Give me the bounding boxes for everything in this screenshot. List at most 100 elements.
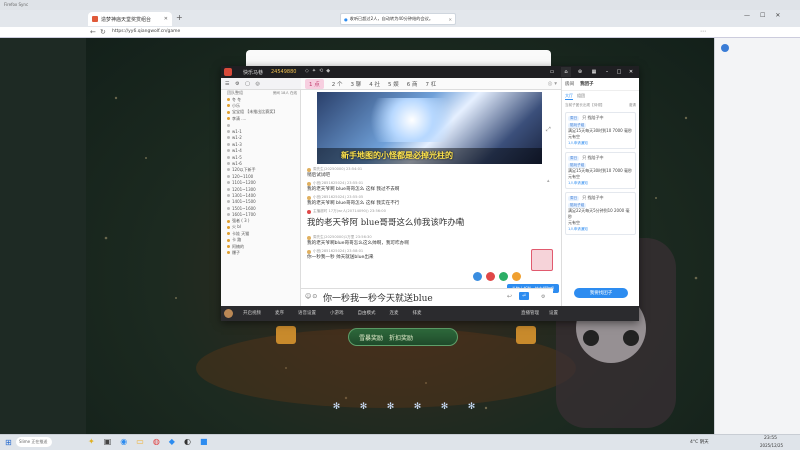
app-minimize-icon[interactable]: –	[603, 67, 611, 77]
gift-icon[interactable]	[512, 272, 521, 281]
subtab-hall[interactable]: 大厅	[565, 93, 573, 100]
toolbar-icons[interactable]: ☰ ⚙ ▢ ◎	[225, 81, 262, 87]
app-close-icon[interactable]: ✕	[627, 67, 635, 77]
yy-icon[interactable]: ■	[200, 437, 208, 446]
user-status-icon	[227, 181, 230, 185]
video-expand-icon[interactable]: ⤢	[546, 126, 551, 134]
snowflake-icon[interactable]: ✻	[332, 403, 341, 412]
user-name: w1-6	[232, 160, 242, 166]
info-icon: ●	[344, 16, 348, 22]
status-right-item[interactable]: 直播管理	[521, 310, 539, 316]
tab-3[interactable]: 3 聊	[351, 80, 362, 88]
tab-7[interactable]: 7 杠	[426, 80, 437, 88]
status-item[interactable]: 自由模式	[358, 310, 376, 316]
chat-user: 主播超时 17万(wr人(20714090)) 23:56:00	[313, 209, 386, 213]
tab-close-icon[interactable]: ✕	[164, 16, 168, 22]
refresh-icon[interactable]: ↻	[100, 28, 106, 36]
tab-label: 造梦神庙天堂奖赏组台	[101, 16, 152, 23]
tribe-card-meta: 1人申请通知	[568, 141, 588, 145]
user-status-icon	[227, 149, 230, 153]
chat-input[interactable]: 你一秒我一秒今天就送blue	[323, 291, 433, 304]
title-right-icons: ▭ ⌂ ⊛ ▦ – □ ✕	[547, 67, 635, 77]
tab-4[interactable]: 4 社	[369, 80, 380, 88]
user-avatar[interactable]	[224, 309, 233, 318]
status-item[interactable]: 开启视频	[243, 310, 261, 316]
title-tool-icons[interactable]: ◇✦⟲◆	[305, 68, 333, 74]
user-status-icon	[227, 142, 230, 146]
steam-icon[interactable]: ◐	[184, 437, 191, 446]
tab-2[interactable]: 2 个	[332, 80, 343, 88]
gift-promo-badge[interactable]	[531, 249, 553, 271]
app-maximize-icon[interactable]: □	[615, 67, 623, 77]
tab-6[interactable]: 6 商	[407, 80, 418, 88]
user-status-icon	[227, 206, 230, 210]
chat-text: 稍后试试吧	[307, 173, 330, 178]
emoji-icon[interactable]: ☺⊙	[305, 293, 318, 300]
tabs-more-icon[interactable]: ◎ ▾	[548, 81, 561, 87]
gift-reward-button[interactable]: 雪暴奖励 折扣奖励	[348, 328, 458, 346]
live-video[interactable]: 新手地图的小怪都是必掉光柱的	[317, 92, 542, 164]
user-status-icon	[227, 251, 230, 255]
chat-text: 我的老天爷阿 blue哥哥这么帅我该咋办嘞	[307, 218, 465, 228]
snowflake-icon[interactable]: ✻	[413, 403, 422, 412]
close-window-icon[interactable]: ✕	[775, 12, 780, 19]
menu-icon[interactable]: ⋯	[700, 28, 706, 35]
snowflake-icon[interactable]: ✻	[467, 403, 476, 412]
top-strip: Firefox Sync	[0, 0, 800, 10]
status-item[interactable]: 麦序	[275, 310, 284, 316]
windows-start-icon[interactable]: ⊞	[5, 438, 12, 447]
grid-icon[interactable]: ▦	[589, 67, 599, 77]
gift-box-left-icon[interactable]	[276, 326, 296, 344]
user-list-item[interactable]: 爆子	[221, 250, 300, 256]
taskbar-search[interactable]: Slime 正在推送	[16, 437, 52, 447]
chat-text: 我的老天爷啊 blue哥哥怎么 这样 我实在不行	[307, 201, 400, 206]
gift-icon[interactable]	[473, 272, 482, 281]
send-button[interactable]: ⏎	[519, 292, 529, 300]
app-icon[interactable]: ◆	[169, 437, 175, 446]
chrome-icon[interactable]: ◍	[153, 437, 160, 446]
tribe-card[interactable]: 周日只 找陪子中 陪玩子组 满足15天每天30时到10 7000 毫秒 元有空 1人申请…	[565, 152, 636, 189]
screen-icon[interactable]: ▭	[547, 67, 557, 77]
subtab-group[interactable]: 组团	[577, 93, 585, 100]
gift-icon[interactable]	[486, 272, 495, 281]
back-icon[interactable]: ←	[90, 28, 96, 36]
snowflake-icon[interactable]: ✻	[386, 403, 395, 412]
browser-tab-active[interactable]: 造梦神庙天堂奖赏组台 ✕	[88, 12, 172, 26]
settings-icon[interactable]: ⚙	[541, 294, 545, 300]
tribe-card-status: 只 找陪子中	[582, 115, 604, 120]
status-item[interactable]: 小游戏	[330, 310, 344, 316]
user-status-icon	[227, 200, 230, 204]
url-field[interactable]: https://yy6.qiangwolf.cn/game	[112, 29, 180, 34]
find-tribe-button[interactable]: 我要找团子	[574, 288, 628, 298]
tribe-tab-mine[interactable]: 我团子	[580, 81, 594, 87]
minimize-icon[interactable]: —	[744, 12, 750, 19]
snowflake-icon[interactable]: ✻	[440, 403, 449, 412]
user-name: w1-1	[232, 129, 242, 135]
return-icon[interactable]: ↩	[507, 293, 512, 300]
notification-close-icon[interactable]: ✕	[448, 17, 452, 22]
maximize-icon[interactable]: ☐	[760, 12, 765, 19]
scroll-up-icon[interactable]: ▴	[547, 178, 550, 184]
gift-box-right-icon[interactable]	[516, 326, 536, 344]
weather-text: 4°C 阴天	[690, 440, 709, 445]
status-item[interactable]: 连麦	[390, 310, 399, 316]
gamepad-icon[interactable]: ⊛	[575, 67, 585, 77]
edge-icon[interactable]: ◉	[120, 437, 127, 446]
new-tab-icon[interactable]: +	[176, 13, 183, 22]
tab-5[interactable]: 5 娱	[388, 80, 399, 88]
home-icon[interactable]: ⌂	[561, 67, 571, 77]
snowflake-icon[interactable]: ✻	[359, 403, 368, 412]
task-view-icon[interactable]: ▣	[104, 437, 112, 446]
tab-1[interactable]: 1 点	[305, 78, 324, 89]
status-right-item[interactable]: 设置	[549, 310, 558, 316]
tribe-tab-room[interactable]: 房间	[565, 81, 574, 87]
status-item[interactable]: 排麦	[413, 310, 422, 316]
tribe-card[interactable]: 周日只 找陪子中 陪玩子组 满足22天每天5分钟到10 2000 毫秒 元有空 1人申请…	[565, 192, 636, 235]
tribe-card[interactable]: 周日只 找陪子中 陪玩子组 满足15天每天30时到10 7000 毫秒 元有空 1人申请…	[565, 112, 636, 149]
copilot-icon[interactable]: ✦	[88, 437, 95, 446]
tribe-filter-right[interactable]: 邀请	[629, 103, 636, 108]
folder-icon[interactable]: ▭	[136, 437, 144, 446]
status-item[interactable]: 语音设置	[298, 310, 316, 316]
clock-time: 23:55	[764, 436, 777, 441]
gift-icon[interactable]	[499, 272, 508, 281]
